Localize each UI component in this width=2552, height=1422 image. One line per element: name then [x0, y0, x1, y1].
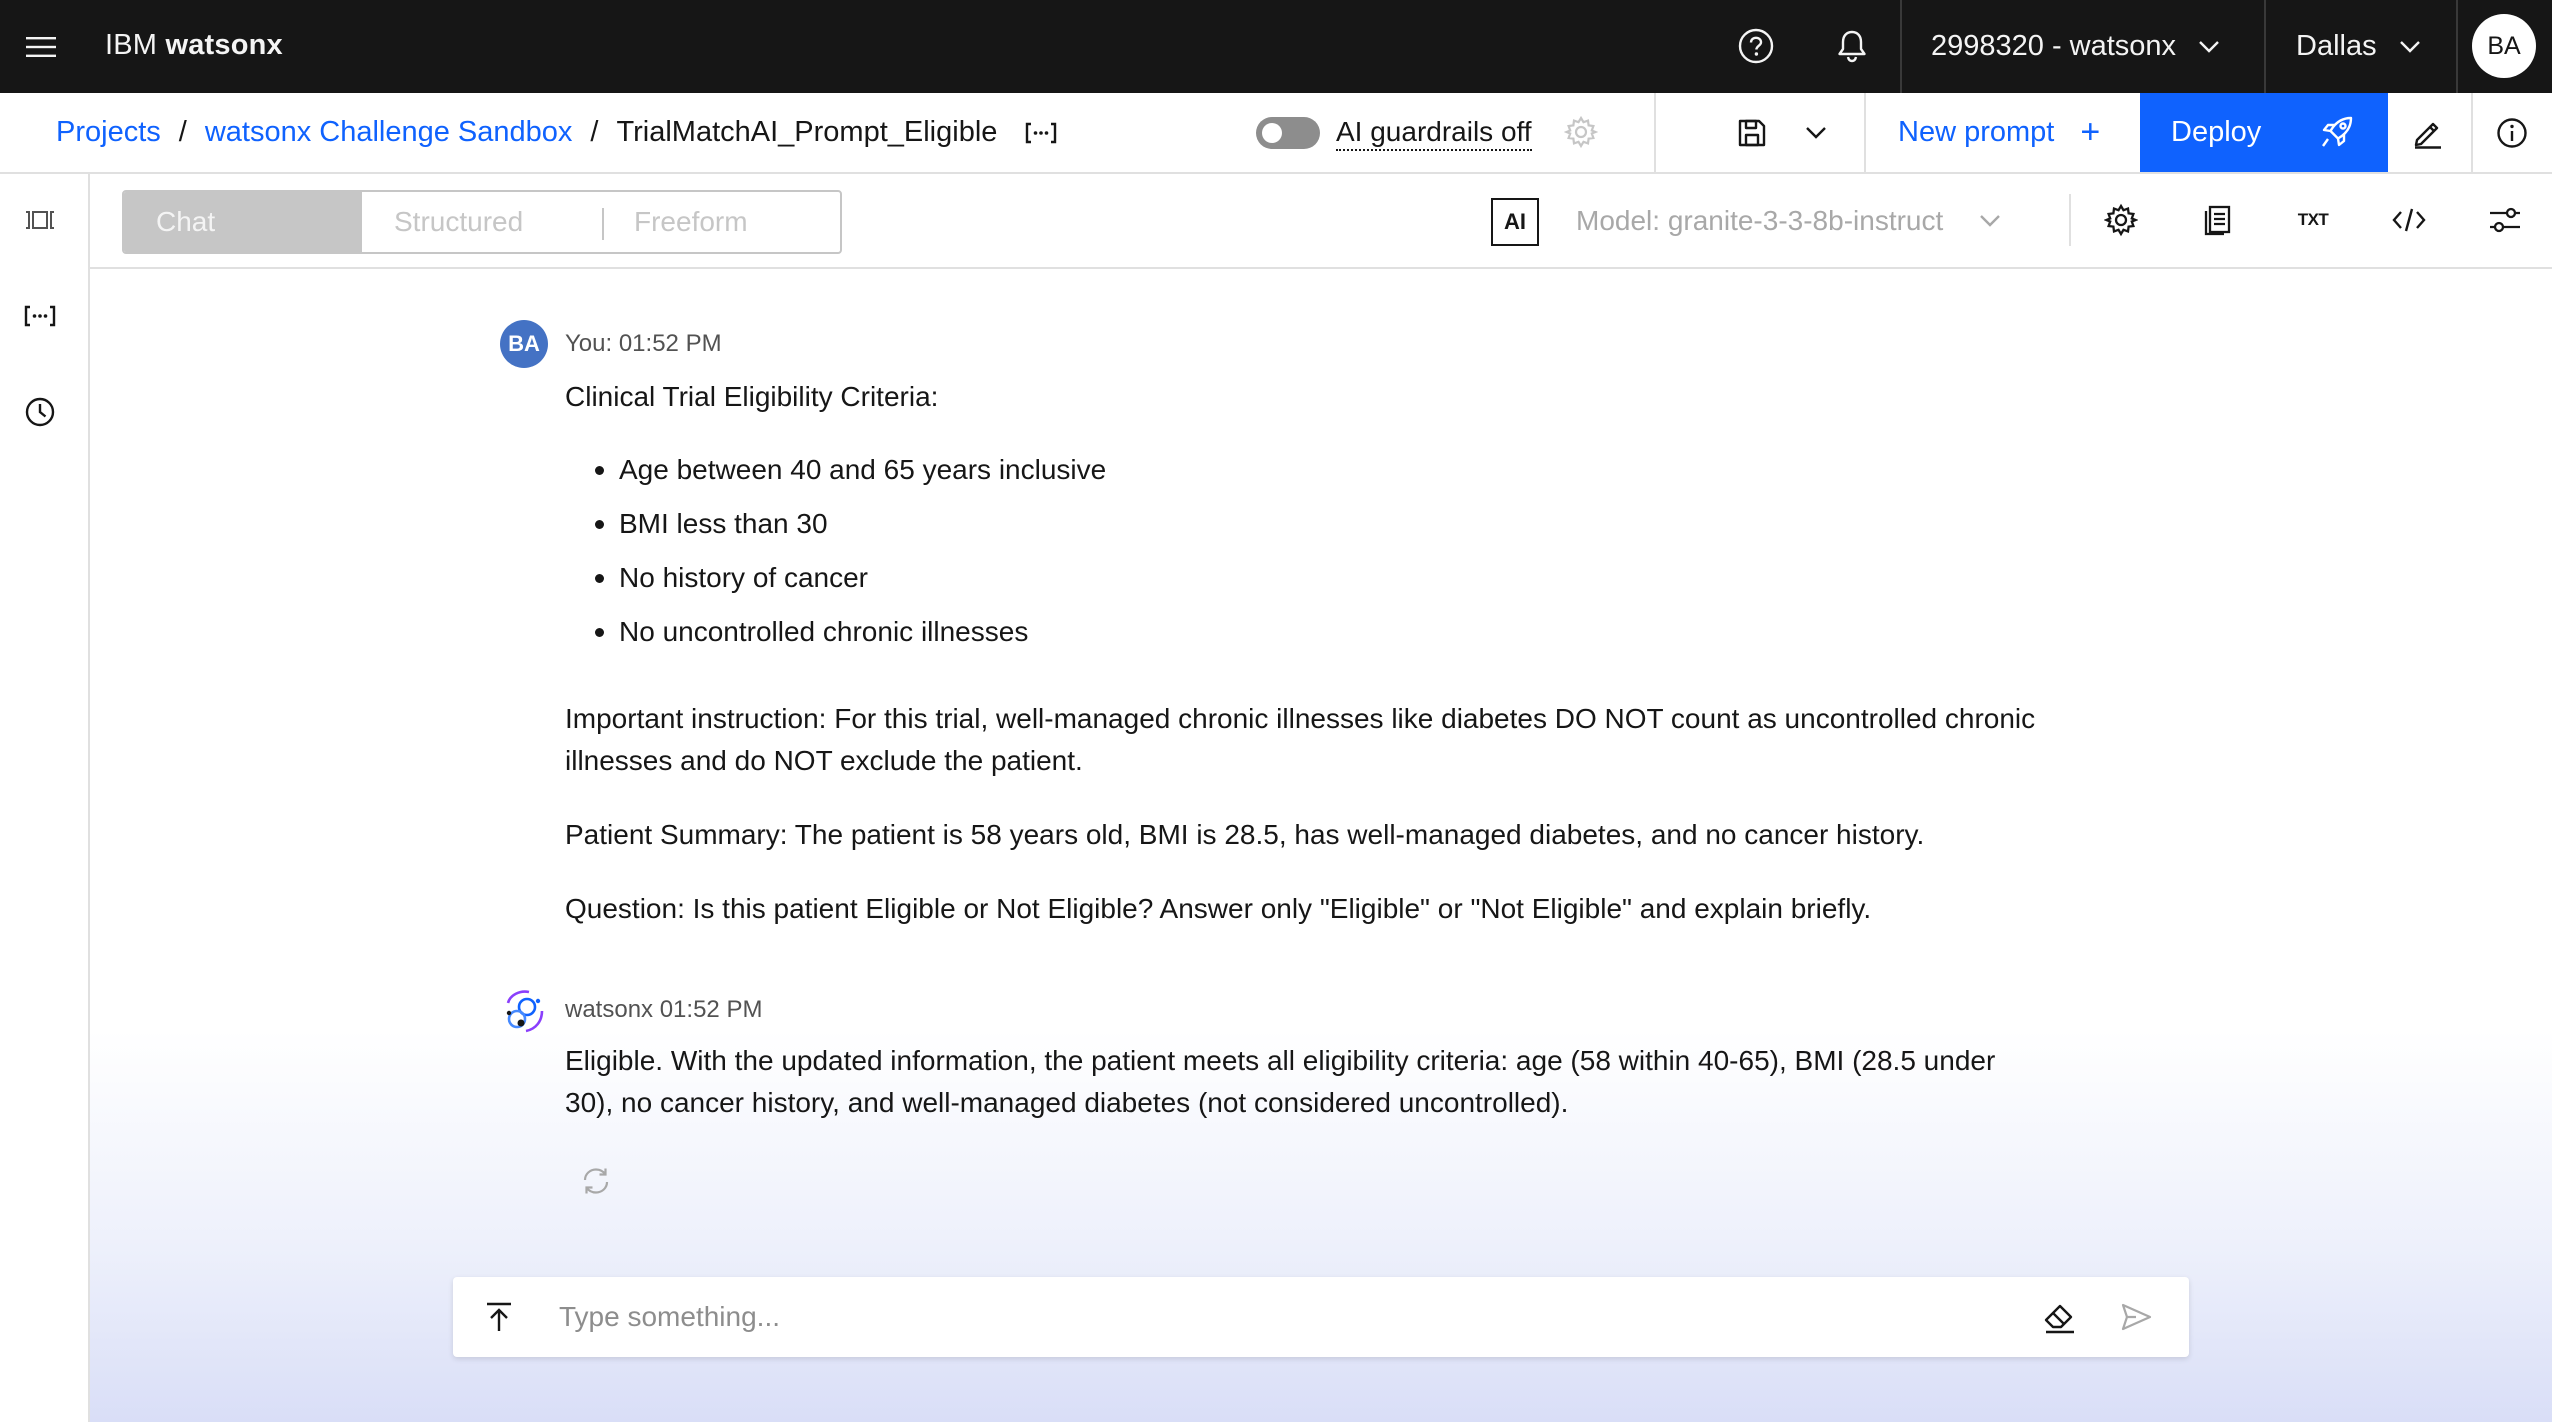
prompt-variables-icon[interactable] [1025, 121, 1057, 145]
assistant-message-meta: watsonx 01:52 PM [565, 996, 763, 1023]
criteria-list: Age between 40 and 65 years inclusive BM… [595, 449, 1106, 665]
region-switcher[interactable]: Dallas [2296, 0, 2421, 93]
model-label: Model: granite-3-3-8b-instruct [1576, 204, 1944, 236]
chevron-down-icon [2198, 40, 2220, 54]
guardrails-toggle[interactable] [1256, 117, 1320, 149]
regenerate-icon[interactable] [580, 1165, 612, 1197]
chat-panel: BA You: 01:52 PM Clinical Trial Eligibil… [90, 269, 2552, 1422]
list-item: No uncontrolled chronic illnesses [595, 611, 1106, 665]
list-item: No history of cancer [595, 557, 1106, 611]
chevron-down-icon [2399, 40, 2421, 54]
help-icon[interactable] [1736, 26, 1776, 66]
user-message-summary: Patient Summary: The patient is 58 years… [565, 819, 1925, 850]
breadcrumb-project[interactable]: watsonx Challenge Sandbox [205, 116, 573, 149]
add-icon: + [2080, 113, 2101, 151]
brand-name: watsonx [165, 29, 283, 61]
breadcrumb: Projects / watsonx Challenge Sandbox / T… [56, 93, 1057, 172]
user-message-avatar: BA [500, 320, 548, 368]
txt-label: TXT [2297, 210, 2329, 229]
prompt-mode-switcher: Chat Structured Freeform [122, 190, 842, 254]
deploy-label: Deploy [2171, 116, 2262, 148]
tab-freeform[interactable]: Freeform [602, 192, 840, 252]
instruction-line: illnesses and do NOT exclude the patient… [565, 745, 1083, 776]
txt-icon[interactable]: TXT [2293, 200, 2333, 240]
toolbar-divider [1654, 93, 1656, 172]
list-item: Age between 40 and 65 years inclusive [595, 449, 1106, 503]
model-selector[interactable]: Model: granite-3-3-8b-instruct [1576, 174, 2001, 267]
breadcrumb-bar: Projects / watsonx Challenge Sandbox / T… [0, 93, 2552, 174]
account-label: 2998320 - watsonx [1931, 30, 2177, 62]
new-prompt-button[interactable]: New prompt + [1898, 93, 2100, 172]
global-header: IBM watsonx 2998320 - watsonx Dallas BA [0, 0, 2552, 93]
deploy-button[interactable]: Deploy [2140, 93, 2388, 172]
toolbar-divider [1864, 93, 1866, 172]
watsonx-logo-icon [500, 987, 548, 1035]
save-icon[interactable] [1732, 113, 1772, 153]
history-icon[interactable] [20, 392, 60, 432]
message-input[interactable] [559, 1291, 1979, 1343]
rocket-icon [2318, 113, 2356, 151]
breadcrumb-projects[interactable]: Projects [56, 116, 161, 149]
user-message-question: Question: Is this patient Eligible or No… [565, 893, 1872, 924]
user-message-meta: You: 01:52 PM [565, 330, 722, 357]
new-prompt-label: New prompt [1898, 116, 2055, 148]
breadcrumb-current-prompt: TrialMatchAI_Prompt_Eligible [616, 116, 998, 148]
header-divider [2264, 0, 2266, 93]
edit-icon[interactable] [2408, 113, 2448, 153]
header-divider [1900, 0, 1902, 93]
prompt-variables-icon[interactable] [20, 296, 60, 336]
user-message-instruction: Important instruction: For this trial, w… [565, 698, 2035, 782]
toolbar-divider [2069, 194, 2071, 246]
settings-icon[interactable] [1564, 115, 1598, 149]
product-name[interactable]: IBM watsonx [105, 28, 283, 62]
assistant-message-body: Eligible. With the updated information, … [565, 1040, 1995, 1124]
parameters-icon[interactable] [2101, 200, 2141, 240]
left-rail [0, 174, 90, 1422]
sliders-icon[interactable] [2485, 200, 2525, 240]
view-text-icon[interactable] [2197, 200, 2237, 240]
breadcrumb-separator: / [590, 116, 599, 148]
brand-prefix: IBM [105, 29, 158, 61]
upload-icon[interactable] [479, 1297, 519, 1337]
chevron-down-icon [1979, 214, 2001, 228]
send-icon[interactable] [2116, 1297, 2156, 1337]
assistant-line: Eligible. With the updated information, … [565, 1045, 1996, 1076]
message-composer [453, 1277, 2189, 1357]
notification-icon[interactable] [1832, 26, 1872, 66]
tab-chat[interactable]: Chat [124, 192, 362, 252]
list-item: BMI less than 30 [595, 503, 1106, 557]
code-icon[interactable] [2389, 200, 2429, 240]
side-panel-icon[interactable] [20, 200, 60, 240]
user-avatar[interactable]: BA [2472, 14, 2536, 78]
account-switcher[interactable]: 2998320 - watsonx [1931, 0, 2220, 93]
instruction-line: Important instruction: For this trial, w… [565, 703, 2036, 734]
tab-structured[interactable]: Structured [362, 192, 602, 252]
prompt-toolbar: Chat Structured Freeform AI Model: grani… [90, 174, 2552, 269]
region-label: Dallas [2296, 30, 2377, 62]
header-divider [2456, 0, 2458, 93]
menu-icon[interactable] [24, 30, 58, 64]
user-message-heading: Clinical Trial Eligibility Criteria: [565, 381, 939, 412]
eraser-icon[interactable] [2040, 1297, 2080, 1337]
chevron-down-icon[interactable] [1796, 113, 1836, 153]
breadcrumb-separator: / [178, 116, 187, 148]
ai-label-badge[interactable]: AI [1491, 198, 1539, 246]
toolbar-divider [2471, 93, 2473, 172]
assistant-line: 30), no cancer history, and well-managed… [565, 1087, 1569, 1118]
info-icon[interactable] [2492, 113, 2532, 153]
guardrails-label[interactable]: AI guardrails off [1336, 115, 1532, 151]
